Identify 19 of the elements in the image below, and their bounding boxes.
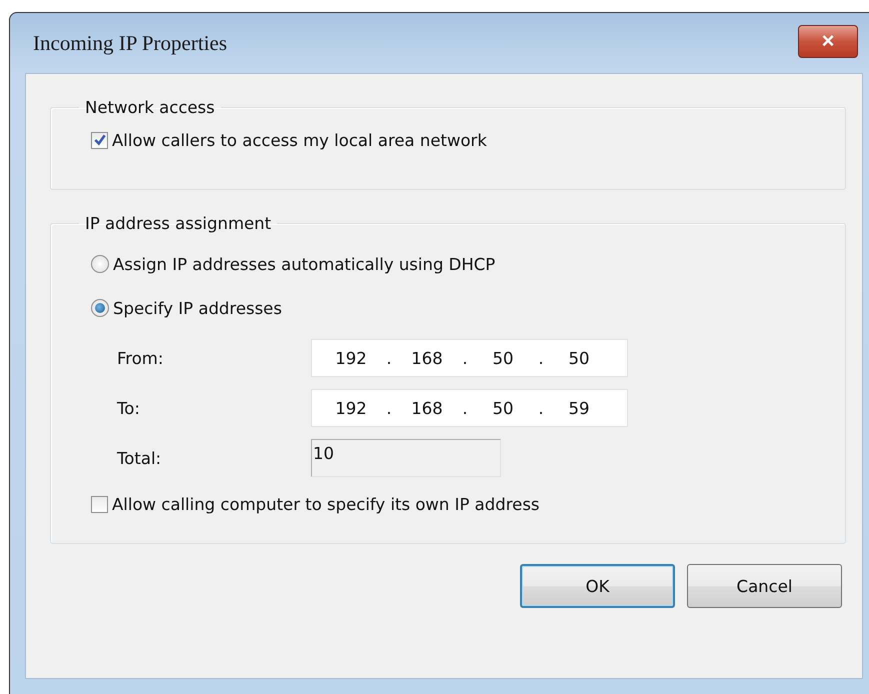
radio-button[interactable] [91, 255, 109, 273]
ip-address-field[interactable]: 192 . 168 . 50 . 50 [311, 339, 628, 377]
cancel-button[interactable]: Cancel [687, 564, 842, 608]
checkbox-label: Allow callers to access my local area network [112, 130, 487, 150]
radio-label: Assign IP addresses automatically using DHCP [113, 254, 496, 274]
checkbox-label: Allow calling computer to specify its own IP address [112, 494, 540, 514]
radio-button[interactable] [91, 299, 109, 317]
group-title: IP address assignment [84, 214, 272, 233]
ip-address-field[interactable]: 192 . 168 . 50 . 59 [311, 389, 628, 427]
ok-button[interactable]: OK [520, 564, 675, 608]
group-title: Network access [84, 98, 216, 117]
window-title: Incoming IP Properties [33, 30, 228, 56]
radio-label: Specify IP addresses [113, 298, 282, 318]
checkbox[interactable] [91, 132, 108, 148]
checkbox[interactable] [91, 496, 108, 512]
close-button[interactable]: × [798, 24, 858, 58]
field-label: Total: [117, 448, 162, 468]
field-label: From: [117, 348, 164, 368]
field-label: To: [117, 398, 141, 418]
